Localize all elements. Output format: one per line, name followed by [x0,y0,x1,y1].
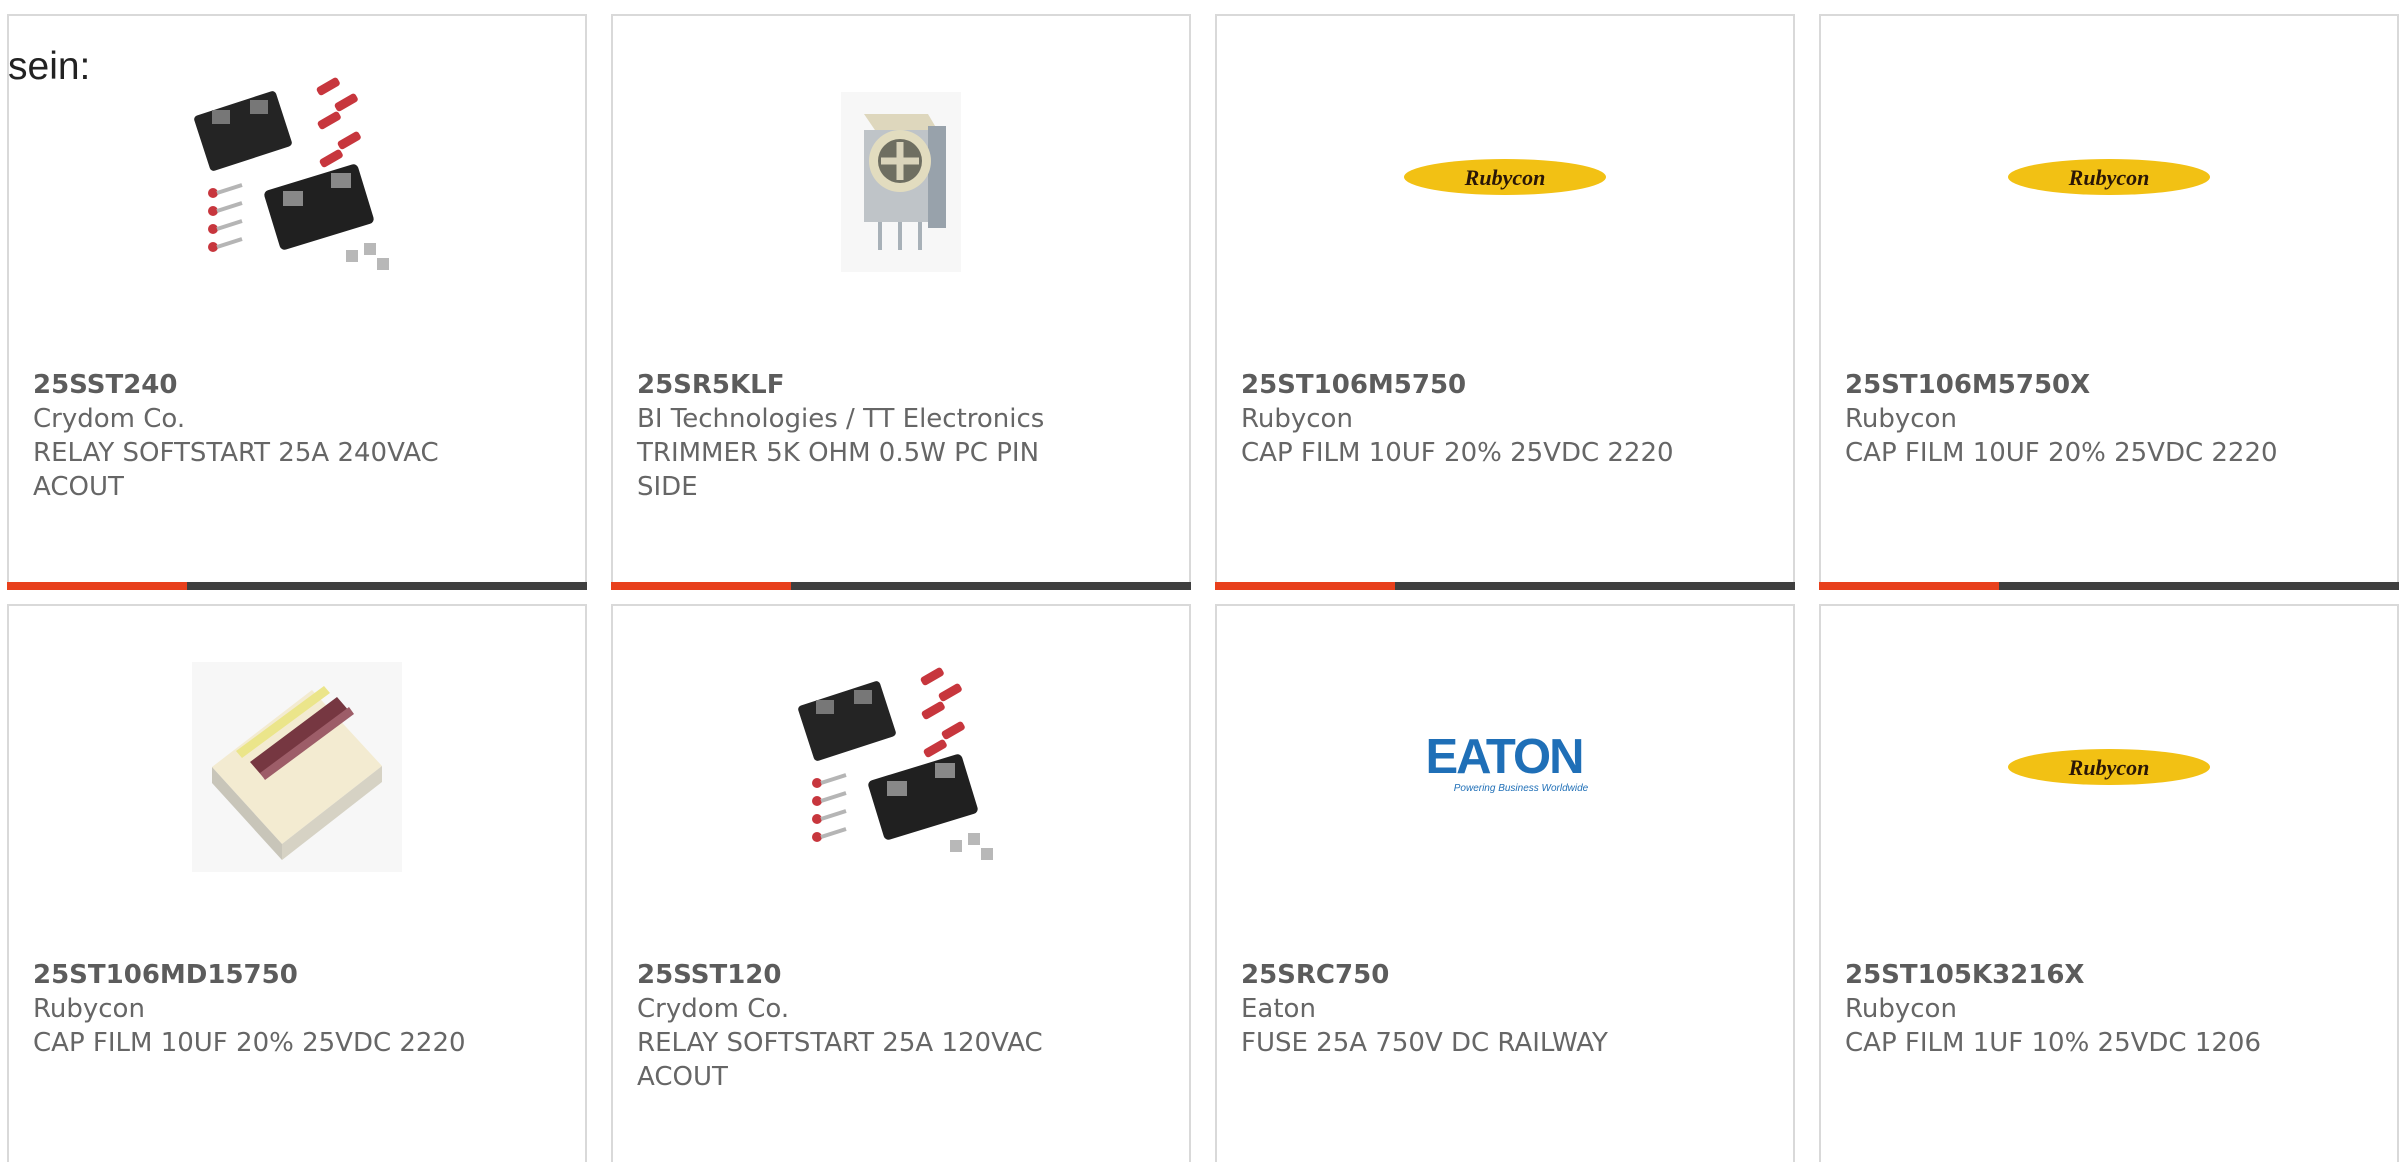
product-image[interactable]: Rubycon [1999,662,2219,872]
film-capacitor-icon [192,662,402,872]
manufacturer-name: Crydom Co. [33,404,186,434]
product-description: TRIMMER 5K OHM 0.5W PC PIN SIDE [637,438,1040,502]
progress-bar [7,582,587,590]
eaton-logo-icon: EATON Powering Business Worldwide [1426,730,1589,794]
product-card[interactable]: 25ST106MD15750 Rubycon CAP FILM 10UF 20%… [7,604,587,1162]
eaton-tagline: Powering Business Worldwide [1454,783,1589,794]
manufacturer-name: Rubycon [33,994,145,1024]
part-number-link[interactable]: 25ST106M5750 [1241,368,1691,402]
product-image[interactable] [791,662,1011,872]
product-info: 25ST106MD15750 Rubycon CAP FILM 10UF 20%… [33,958,483,1060]
part-number-link[interactable]: 25SR5KLF [637,368,1087,402]
progress-fill [1819,582,1999,590]
progress-fill [7,582,187,590]
product-card[interactable]: EATON Powering Business Worldwide 25SRC7… [1215,604,1795,1162]
product-image[interactable]: EATON Powering Business Worldwide [1395,662,1615,872]
product-info: 25SRC750 Eaton FUSE 25A 750V DC RAILWAY [1241,958,1691,1060]
product-info: 25SST120 Crydom Co. RELAY SOFTSTART 25A … [637,958,1087,1094]
manufacturer-name: Eaton [1241,994,1316,1024]
product-description: RELAY SOFTSTART 25A 240VAC ACOUT [33,438,439,502]
rubycon-logo-icon: Rubycon [2008,159,2210,195]
part-number-link[interactable]: 25ST106M5750X [1845,368,2295,402]
product-grid-page: sein: 25SST240 Crydom Co. RELAY SOFTSTAR… [0,0,2400,1162]
product-description: CAP FILM 10UF 20% 25VDC 2220 [33,1028,466,1058]
product-info: 25SR5KLF BI Technologies / TT Electronic… [637,368,1087,504]
manufacturer-name: Rubycon [1845,404,1957,434]
product-image[interactable] [187,662,407,872]
part-number-link[interactable]: 25ST106MD15750 [33,958,483,992]
product-card[interactable]: Rubycon 25ST105K3216X Rubycon CAP FILM 1… [1819,604,2399,1162]
product-info: 25SST240 Crydom Co. RELAY SOFTSTART 25A … [33,368,483,504]
product-description: RELAY SOFTSTART 25A 120VAC ACOUT [637,1028,1043,1092]
product-info: 25ST106M5750 Rubycon CAP FILM 10UF 20% 2… [1241,368,1691,470]
product-card[interactable]: Rubycon 25ST106M5750X Rubycon CAP FILM 1… [1819,14,2399,590]
rubycon-logo-text: Rubycon [2068,165,2150,190]
product-card[interactable]: 25SST120 Crydom Co. RELAY SOFTSTART 25A … [611,604,1191,1162]
product-description: CAP FILM 10UF 20% 25VDC 2220 [1845,438,2278,468]
product-image[interactable] [791,72,1011,282]
part-number-link[interactable]: 25ST105K3216X [1845,958,2295,992]
rubycon-logo-icon: Rubycon [1404,159,1606,195]
solid-state-relay-icon [194,77,389,270]
product-image[interactable]: Rubycon [1395,72,1615,282]
part-number-link[interactable]: 25SST240 [33,368,483,402]
trimmer-potentiometer-icon [841,92,961,272]
product-info: 25ST106M5750X Rubycon CAP FILM 10UF 20% … [1845,368,2295,470]
part-number-link[interactable]: 25SST120 [637,958,1087,992]
product-card[interactable]: Rubycon 25ST106M5750 Rubycon CAP FILM 10… [1215,14,1795,590]
product-card[interactable]: 25SR5KLF BI Technologies / TT Electronic… [611,14,1191,590]
product-image[interactable]: Rubycon [1999,72,2219,282]
progress-fill [1215,582,1395,590]
solid-state-relay-icon [798,667,993,860]
progress-fill [611,582,791,590]
product-description: CAP FILM 1UF 10% 25VDC 1206 [1845,1028,2262,1058]
rubycon-logo-text: Rubycon [1464,165,1546,190]
manufacturer-name: Rubycon [1241,404,1353,434]
manufacturer-name: BI Technologies / TT Electronics [637,404,1045,434]
product-description: CAP FILM 10UF 20% 25VDC 2220 [1241,438,1674,468]
rubycon-logo-icon: Rubycon [2008,749,2210,785]
intro-text: sein: [8,45,91,88]
part-number-link[interactable]: 25SRC750 [1241,958,1691,992]
progress-bar [1215,582,1795,590]
progress-bar [1819,582,2399,590]
progress-bar [611,582,1191,590]
eaton-logo-text: EATON [1426,730,1583,784]
manufacturer-name: Crydom Co. [637,994,790,1024]
product-info: 25ST105K3216X Rubycon CAP FILM 1UF 10% 2… [1845,958,2295,1060]
product-description: FUSE 25A 750V DC RAILWAY [1241,1028,1608,1058]
product-card[interactable]: 25SST240 Crydom Co. RELAY SOFTSTART 25A … [7,14,587,590]
rubycon-logo-text: Rubycon [2068,755,2150,780]
manufacturer-name: Rubycon [1845,994,1957,1024]
product-image[interactable] [187,72,407,282]
